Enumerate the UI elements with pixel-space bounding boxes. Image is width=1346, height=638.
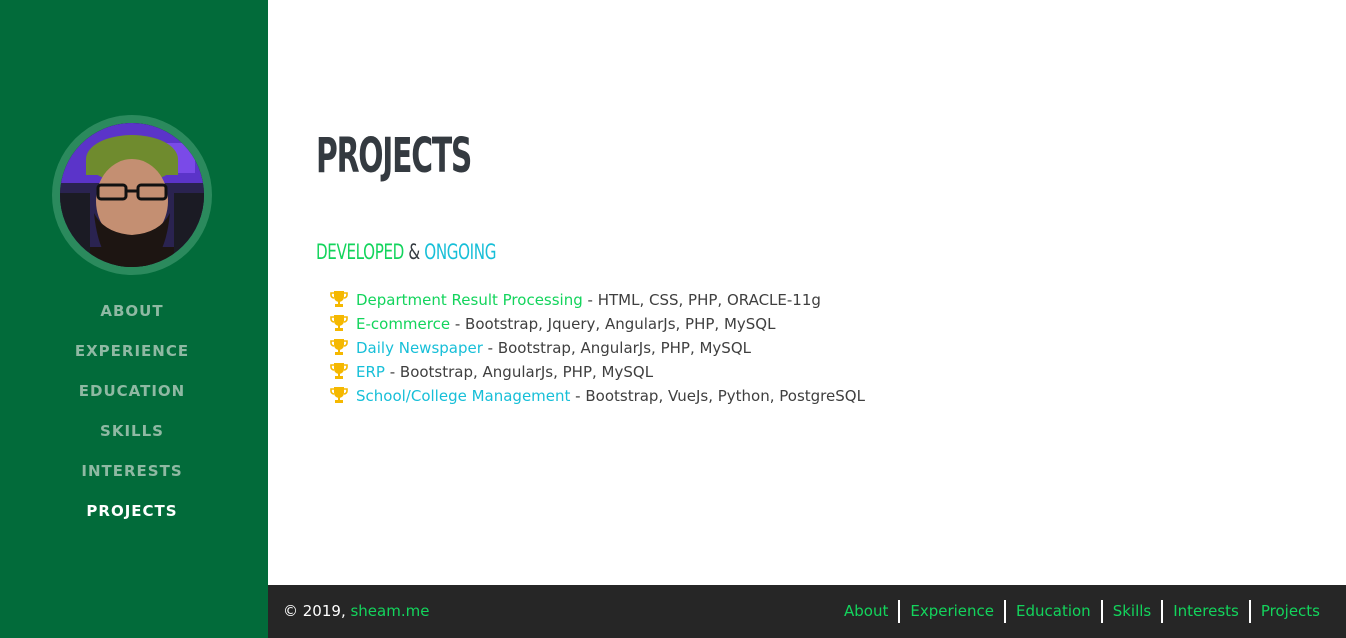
project-link[interactable]: School/College Management [356, 387, 570, 405]
nav-item-about[interactable]: ABOUT [0, 300, 264, 340]
list-item: Daily Newspaper - Bootstrap, AngularJs, … [330, 336, 865, 360]
footer-link-about[interactable]: About [834, 600, 898, 623]
list-item: School/College Management - Bootstrap, V… [330, 384, 865, 408]
subtitle-developed: DEVELOPED [316, 240, 404, 264]
footer-link-experience[interactable]: Experience [898, 600, 1004, 623]
avatar-ring [52, 115, 212, 275]
section-subtitle: DEVELOPED & ONGOING [316, 240, 496, 264]
subtitle-separator: & [403, 240, 425, 264]
subtitle-ongoing: ONGOING [424, 240, 497, 264]
sidebar: ABOUT EXPERIENCE EDUCATION SKILLS INTERE… [0, 0, 268, 638]
page-title: PROJECTS [316, 128, 472, 184]
nav-item-interests[interactable]: INTERESTS [0, 460, 264, 500]
footer-link-projects[interactable]: Projects [1248, 600, 1330, 623]
avatar [60, 123, 204, 267]
project-tech: - HTML, CSS, PHP, ORACLE-11g [582, 291, 821, 309]
footer: © 2019, sheam.me About Experience Educat… [268, 585, 1346, 638]
footer-nav: About Experience Education Skills Intere… [834, 600, 1330, 623]
copyright-text: © 2019, [283, 602, 351, 620]
trophy-icon [330, 291, 348, 307]
project-link[interactable]: Department Result Processing [356, 291, 583, 309]
trophy-icon [330, 315, 348, 331]
project-link[interactable]: Daily Newspaper [356, 339, 483, 357]
nav-item-skills[interactable]: SKILLS [0, 420, 264, 460]
footer-link-interests[interactable]: Interests [1161, 600, 1249, 623]
project-tech: - Bootstrap, Jquery, AngularJs, PHP, MyS… [450, 315, 776, 333]
project-tech: - Bootstrap, AngularJs, PHP, MySQL [482, 339, 751, 357]
nav-item-projects[interactable]: PROJECTS [0, 500, 264, 540]
site-link[interactable]: sheam.me [350, 602, 429, 620]
trophy-icon [330, 339, 348, 355]
project-tech: - Bootstrap, VueJs, Python, PostgreSQL [570, 387, 865, 405]
project-link[interactable]: ERP [356, 363, 385, 381]
sidebar-nav: ABOUT EXPERIENCE EDUCATION SKILLS INTERE… [0, 300, 264, 540]
avatar-image [60, 123, 204, 267]
project-tech: - Bootstrap, AngularJs, PHP, MySQL [384, 363, 654, 381]
nav-item-experience[interactable]: EXPERIENCE [0, 340, 264, 380]
list-item: Department Result Processing - HTML, CSS… [330, 288, 865, 312]
list-item: E-commerce - Bootstrap, Jquery, AngularJ… [330, 312, 865, 336]
nav-item-education[interactable]: EDUCATION [0, 380, 264, 420]
copyright: © 2019, sheam.me [283, 602, 429, 620]
project-list: Department Result Processing - HTML, CSS… [330, 288, 865, 408]
trophy-icon [330, 363, 348, 379]
list-item: ERP - Bootstrap, AngularJs, PHP, MySQL [330, 360, 865, 384]
footer-link-education[interactable]: Education [1004, 600, 1101, 623]
project-link[interactable]: E-commerce [356, 315, 450, 333]
footer-link-skills[interactable]: Skills [1100, 600, 1162, 623]
trophy-icon [330, 387, 348, 403]
